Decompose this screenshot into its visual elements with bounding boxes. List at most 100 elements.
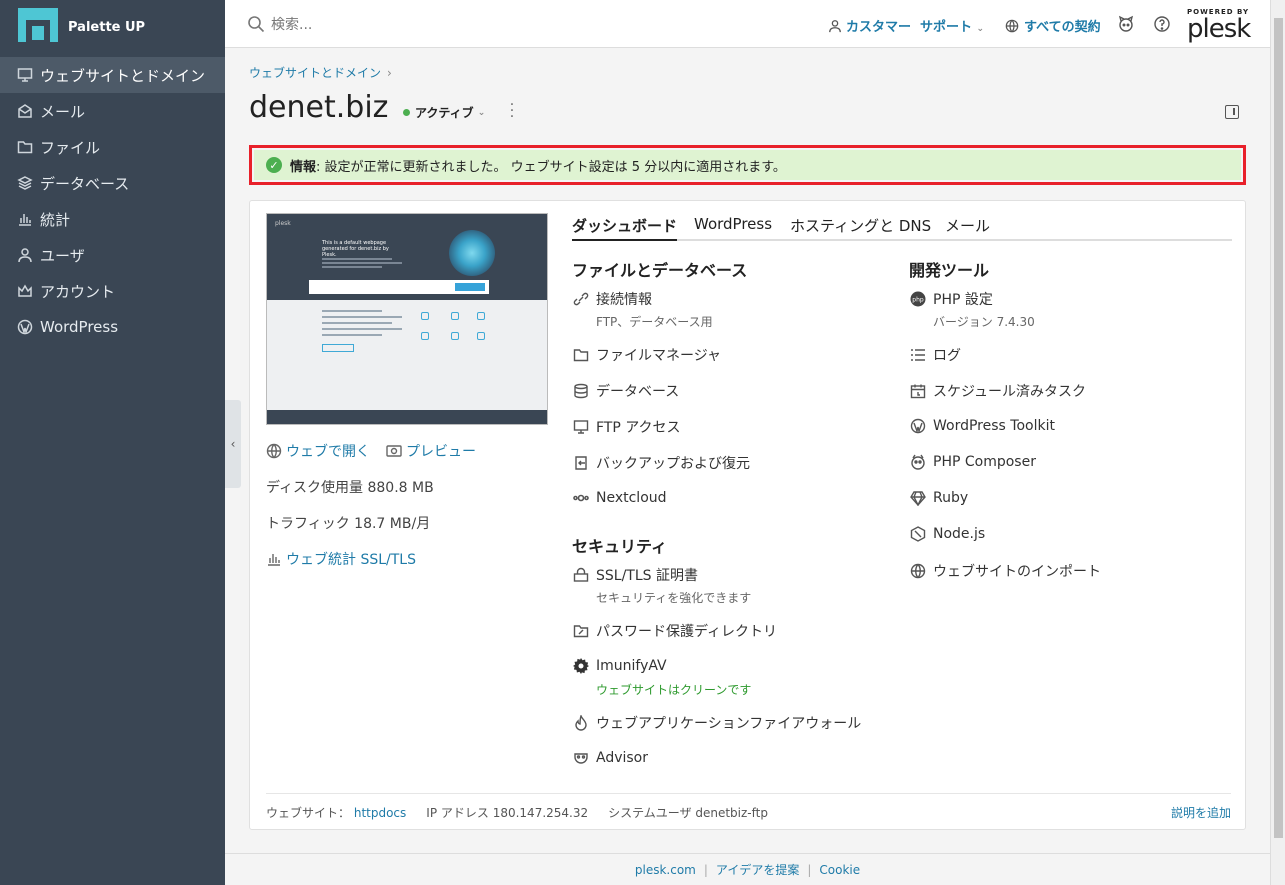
folder-icon [572, 346, 590, 364]
sidebar-item-wordpress[interactable]: WordPress [0, 309, 225, 345]
item-label: PHP Composer [933, 454, 1036, 470]
sidebar-item-label: 統計 [40, 210, 71, 229]
sidebar-item-users[interactable]: ユーザ [0, 237, 225, 273]
customer-menu[interactable]: カスタマー [828, 16, 911, 35]
crown-icon [16, 282, 34, 300]
sidebar-item-account[interactable]: アカウント [0, 273, 225, 309]
item-label: SSL/TLS 証明書 [596, 568, 698, 584]
password-protected-dirs-link[interactable]: パスワード保護ディレクトリ [572, 621, 777, 641]
ruby-link[interactable]: Ruby [909, 489, 968, 507]
nextcloud-icon [572, 489, 590, 507]
website-import-link[interactable]: ウェブサイトのインポート [909, 561, 1101, 581]
tab-wordpress[interactable]: WordPress [694, 215, 772, 241]
help-icon[interactable] [1153, 15, 1171, 33]
nodejs-link[interactable]: Node.js [909, 525, 985, 543]
web-stats-link[interactable]: ウェブ統計 SSL/TLS [266, 549, 416, 569]
thumbnail-headline: This is a default webpage generated for … [322, 240, 389, 258]
section-dev-tools: 開発ツール [909, 261, 990, 280]
support-menu[interactable]: サポート ⌄ [920, 16, 984, 35]
tab-hosting-dns[interactable]: ホスティングと DNS [790, 215, 931, 241]
item-label: ウェブサイトのインポート [933, 564, 1101, 580]
breadcrumb[interactable]: ウェブサイトとドメイン › [249, 64, 392, 81]
website-thumbnail[interactable]: plesk This is a default webpage generate… [266, 213, 548, 425]
scheduled-tasks-link[interactable]: スケジュール済みタスク [909, 381, 1086, 401]
composer-icon [909, 453, 927, 471]
sidebar-item-stats[interactable]: 統計 [0, 201, 225, 237]
cat-icon[interactable] [1117, 15, 1135, 33]
sidebar-item-label: メール [40, 102, 86, 121]
item-label: Advisor [596, 750, 649, 766]
item-subtitle: FTP、データベース用 [596, 315, 713, 329]
main-content: ウェブサイトとドメイン › denet.biz アクティブ ⌄ · · · ✓ 情報 :… [225, 48, 1270, 853]
nodejs-icon [909, 525, 927, 543]
item-label: 接続情報 [596, 292, 652, 308]
side-panel-toggle-icon[interactable] [1225, 105, 1239, 119]
subscriptions-menu[interactable]: すべての契約 [1005, 16, 1101, 35]
footer-link-suggest-idea[interactable]: アイデアを提案 [716, 861, 799, 878]
backup-restore-link[interactable]: バックアップおよび復元 [572, 453, 750, 473]
php-composer-link[interactable]: PHP Composer [909, 453, 1036, 471]
topbar: 検索... カスタマー サポート ⌄ すべての契約 POWERED BY ple… [225, 0, 1270, 48]
tab-bar: ダッシュボード WordPress ホスティングと DNS メール [572, 215, 1232, 241]
notice-message: : 設定が正常に更新されました。 ウェブサイト設定は 5 分以内に適用されます。 [316, 159, 786, 175]
website-root-label: ウェブサイト： [266, 806, 351, 820]
chevron-down-icon: ⌄ [976, 24, 985, 34]
item-label: ImunifyAV [596, 658, 667, 674]
customer-label: カスタマー [846, 20, 912, 35]
card-footer: ウェブサイト： httpdocs IP アドレス 180.147.254.32 … [266, 793, 1231, 821]
system-user: システムユーザ denetbiz-ftp [608, 806, 768, 820]
folder-icon [16, 138, 34, 156]
chevron-down-icon: ⌄ [477, 107, 486, 118]
imunifyav-link[interactable]: ImunifyAV [572, 657, 667, 675]
connection-info-link[interactable]: 接続情報 [572, 289, 652, 309]
page-title: denet.biz [249, 90, 389, 125]
eye-icon [386, 445, 402, 457]
domain-card: plesk This is a default webpage generate… [249, 200, 1246, 830]
more-actions-icon[interactable]: · · · [509, 98, 515, 124]
website-root: ウェブサイト： httpdocs [266, 804, 406, 821]
add-description-link[interactable]: 説明を追加 [1171, 804, 1231, 821]
tab-mail[interactable]: メール [945, 215, 990, 241]
open-web-link[interactable]: ウェブで開く [266, 441, 370, 461]
logs-link[interactable]: ログ [909, 345, 961, 365]
waf-link[interactable]: ウェブアプリケーションファイアウォール [572, 713, 861, 733]
certificate-icon [572, 566, 590, 584]
monitor-icon [16, 66, 34, 84]
search-input[interactable]: 検索... [247, 14, 312, 34]
sidebar-item-databases[interactable]: データベース [0, 165, 225, 201]
protected-folder-icon [572, 622, 590, 640]
sidebar-item-mail[interactable]: メール [0, 93, 225, 129]
scrollbar-thumb[interactable] [1274, 18, 1283, 838]
breadcrumb-link[interactable]: ウェブサイトとドメイン [249, 66, 381, 80]
bar-chart-icon [16, 210, 34, 228]
nextcloud-link[interactable]: Nextcloud [572, 489, 667, 507]
sidebar-item-websites[interactable]: ウェブサイトとドメイン [0, 57, 225, 93]
wordpress-toolkit-link[interactable]: WordPress Toolkit [909, 417, 1055, 435]
preview-label: プレビュー [406, 444, 476, 460]
web-stats-label: ウェブ統計 SSL/TLS [286, 552, 416, 568]
app-name: Palette UP [68, 20, 146, 35]
tab-dashboard[interactable]: ダッシュボード [572, 215, 678, 241]
preview-link[interactable]: プレビュー [386, 441, 476, 461]
databases-link[interactable]: データベース [572, 381, 679, 401]
sidebar-item-label: ウェブサイトとドメイン [40, 66, 206, 85]
httpdocs-link[interactable]: httpdocs [354, 806, 406, 820]
advisor-link[interactable]: Advisor [572, 749, 648, 767]
file-manager-link[interactable]: ファイルマネージャ [572, 345, 721, 365]
notice-label: 情報 [290, 159, 317, 175]
thumbnail-illustration [449, 230, 495, 276]
scrollbar[interactable] [1270, 0, 1285, 885]
section-files-databases: ファイルとデータベース [572, 261, 748, 280]
plesk-logo[interactable]: plesk [1187, 14, 1251, 44]
sidebar-item-files[interactable]: ファイル [0, 129, 225, 165]
status-dropdown[interactable]: アクティブ ⌄ [403, 104, 485, 121]
item-label: PHP 設定 [933, 292, 993, 308]
footer-link-plesk[interactable]: plesk.com [635, 863, 696, 877]
php-settings-link[interactable]: php PHP 設定 [909, 289, 993, 309]
footer-divider: | [807, 862, 812, 877]
ftp-access-link[interactable]: FTP アクセス [572, 417, 681, 437]
item-subtitle: バージョン 7.4.30 [933, 315, 1035, 329]
ssl-certificates-link[interactable]: SSL/TLS 証明書 [572, 565, 698, 585]
footer-link-cookie[interactable]: Cookie [819, 863, 860, 877]
app-logo[interactable] [18, 8, 60, 48]
